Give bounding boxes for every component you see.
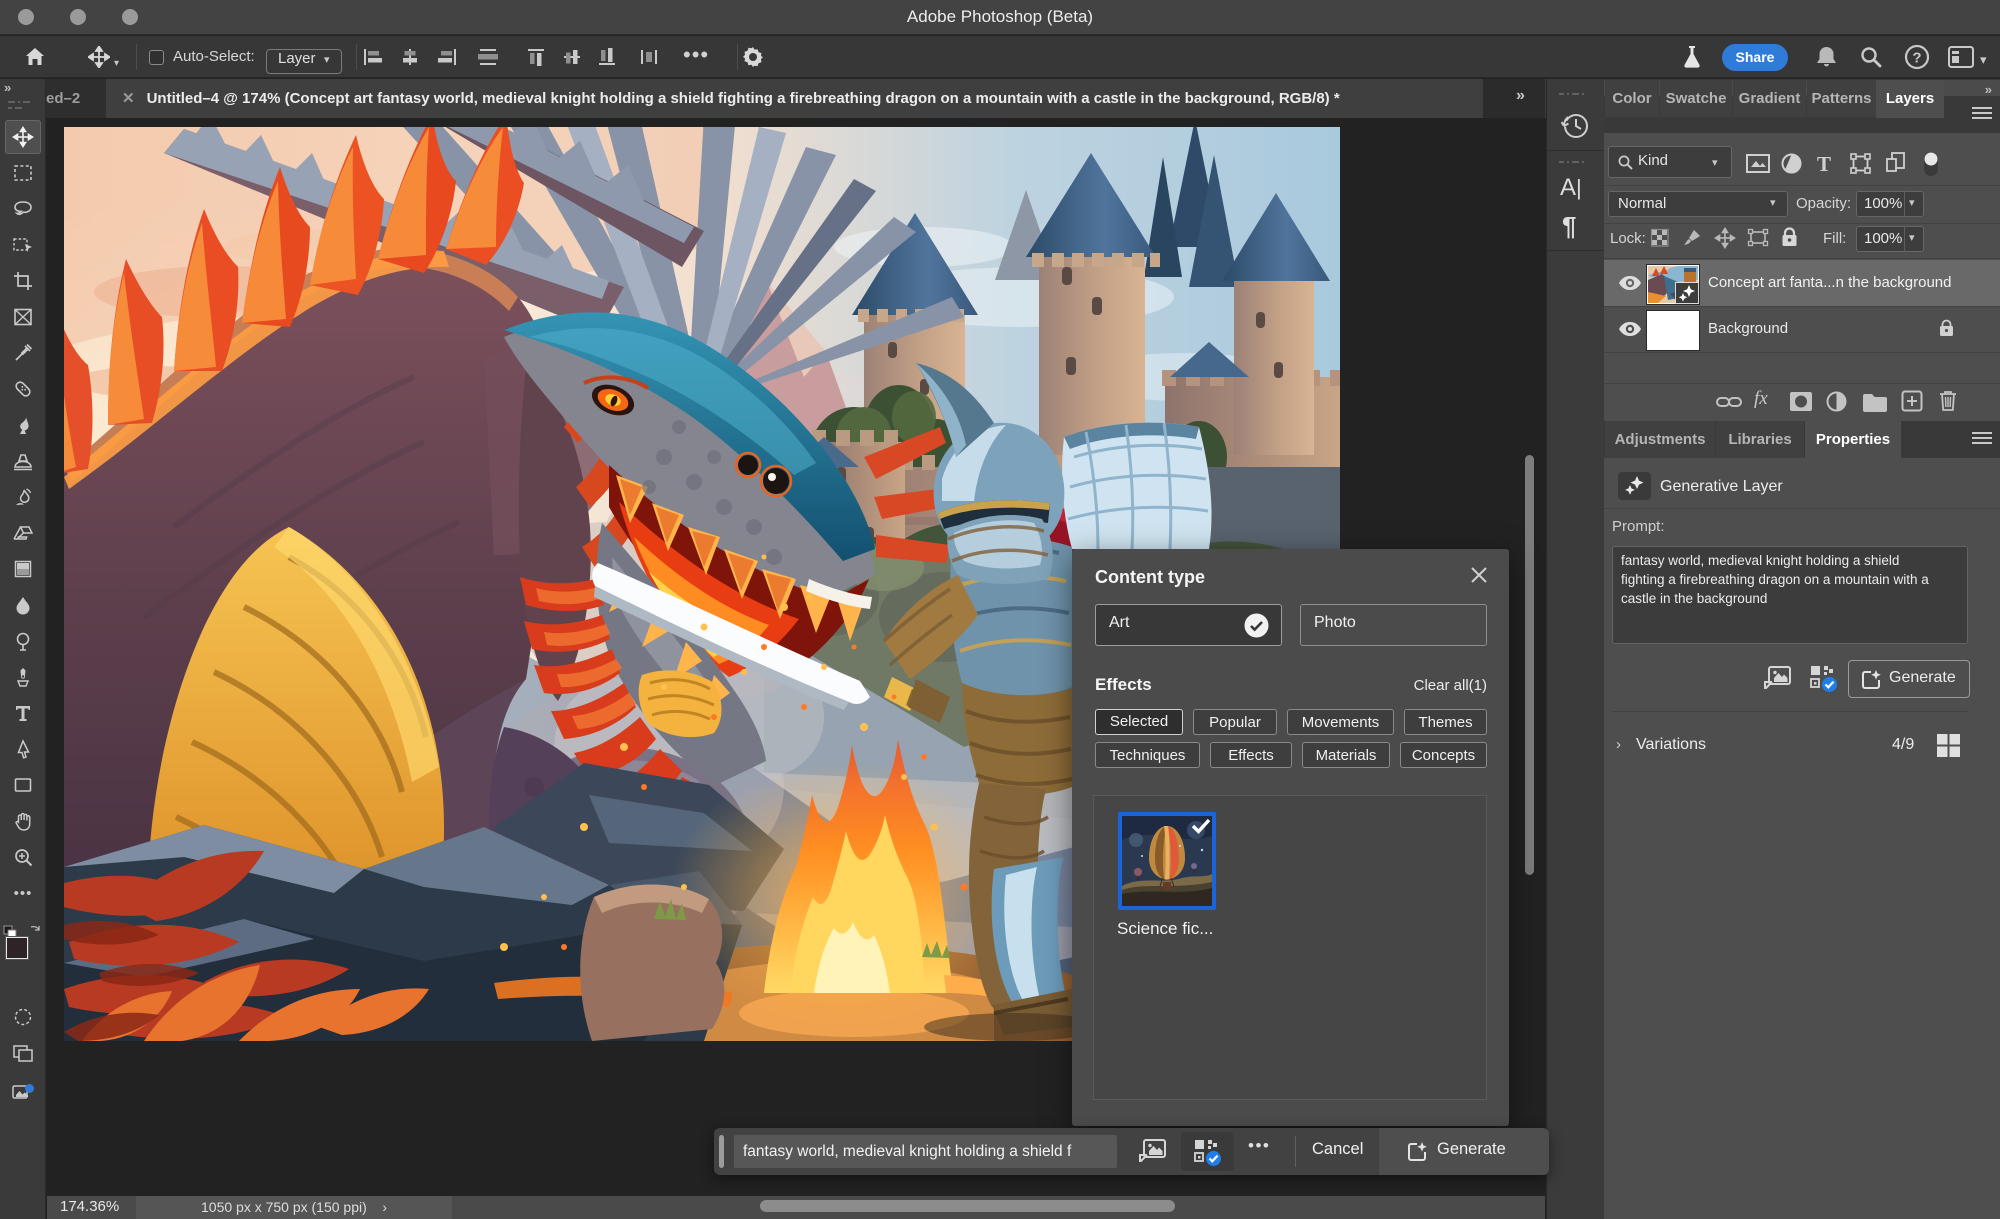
svg-text:?: ?: [1912, 50, 1921, 67]
